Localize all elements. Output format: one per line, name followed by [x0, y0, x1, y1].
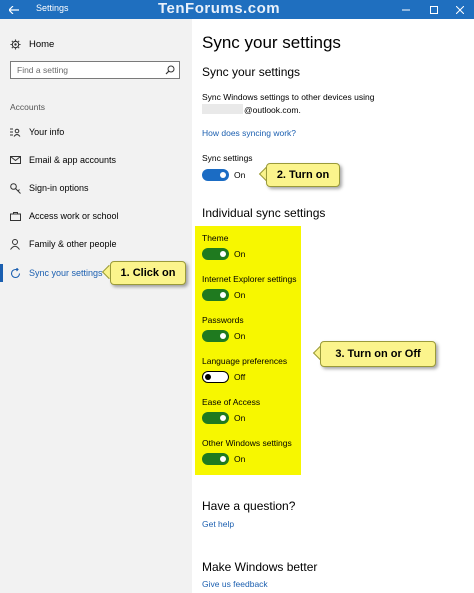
- toggle-knob: [220, 333, 226, 339]
- other-windows-state: On: [234, 454, 246, 464]
- search-placeholder: Find a setting: [17, 65, 69, 75]
- sidebar-item-label: Sign-in options: [29, 183, 89, 193]
- ease-of-access-toggle[interactable]: [202, 412, 229, 424]
- window-title: Settings: [36, 3, 69, 13]
- sidebar-item-work-school[interactable]: Access work or school: [0, 206, 192, 226]
- minimize-button[interactable]: [392, 0, 420, 19]
- gear-icon: [8, 38, 22, 50]
- email-domain: @outlook.com.: [244, 105, 301, 115]
- ease-of-access-label: Ease of Access: [202, 397, 261, 407]
- callout-turn-on-or-off: 3. Turn on or Off: [320, 341, 436, 367]
- main-content: Sync your settings Sync your settings Sy…: [192, 19, 474, 593]
- description-line-1: Sync Windows settings to other devices u…: [202, 92, 375, 102]
- key-icon: [8, 182, 22, 194]
- home-link[interactable]: Home: [8, 36, 54, 52]
- make-windows-better-title: Make Windows better: [202, 560, 318, 574]
- home-label: Home: [29, 38, 55, 50]
- theme-toggle[interactable]: [202, 248, 229, 260]
- watermark: TenForums.com: [158, 0, 281, 17]
- sync-settings-state: On: [234, 170, 246, 180]
- sidebar-item-label: Your info: [29, 127, 65, 137]
- sidebar-item-sign-in[interactable]: Sign-in options: [0, 178, 192, 198]
- toggle-knob: [220, 415, 226, 421]
- sync-settings-label: Sync settings: [202, 153, 253, 163]
- ease-of-access-state: On: [234, 413, 246, 423]
- sidebar-item-email[interactable]: Email & app accounts: [0, 150, 192, 170]
- get-help-link[interactable]: Get help: [202, 519, 234, 529]
- sidebar-item-your-info[interactable]: Your info: [0, 122, 192, 142]
- language-label: Language preferences: [202, 356, 288, 366]
- passwords-state: On: [234, 331, 246, 341]
- maximize-icon: [430, 5, 438, 14]
- callout-turn-on: 2. Turn on: [266, 163, 340, 187]
- theme-label: Theme: [202, 233, 229, 243]
- passwords-toggle[interactable]: [202, 330, 229, 342]
- question-title: Have a question?: [202, 499, 296, 513]
- sync-settings-toggle[interactable]: [202, 169, 229, 181]
- ie-settings-toggle[interactable]: [202, 289, 229, 301]
- person-card-icon: [8, 128, 22, 137]
- language-toggle[interactable]: [202, 371, 229, 383]
- sidebar-item-label: Family & other people: [29, 239, 117, 249]
- minimize-icon: [402, 9, 410, 10]
- redacted-email: [202, 104, 243, 114]
- sidebar-item-label: Email & app accounts: [29, 155, 117, 165]
- briefcase-icon: [8, 211, 22, 221]
- ie-settings-state: On: [234, 290, 246, 300]
- sidebar-item-label: Access work or school: [29, 211, 119, 221]
- how-syncing-works-link[interactable]: How does syncing work?: [202, 128, 296, 138]
- search-input[interactable]: Find a setting: [10, 61, 180, 79]
- sidebar-item-label: Sync your settings: [29, 268, 103, 278]
- feedback-link[interactable]: Give us feedback: [202, 579, 268, 589]
- person-icon: [8, 238, 22, 250]
- other-windows-toggle[interactable]: [202, 453, 229, 465]
- close-button[interactable]: [446, 0, 474, 19]
- toggle-knob: [220, 251, 226, 257]
- page-title: Sync your settings: [202, 33, 341, 52]
- individual-sync-title: Individual sync settings: [202, 206, 326, 220]
- toggle-knob: [220, 172, 226, 178]
- section-title: Sync your settings: [202, 65, 301, 79]
- close-icon: [456, 5, 464, 14]
- mail-icon: [8, 156, 22, 164]
- language-state: Off: [234, 372, 246, 382]
- theme-state: On: [234, 249, 246, 259]
- maximize-button[interactable]: [420, 0, 448, 19]
- accounts-section-label: Accounts: [10, 102, 45, 112]
- toggle-knob: [220, 292, 226, 298]
- toggle-knob: [205, 373, 211, 380]
- search-icon: [165, 65, 175, 75]
- toggle-knob: [220, 456, 226, 462]
- sidebar-item-family[interactable]: Family & other people: [0, 234, 192, 254]
- sidebar: Home Find a setting Accounts Your info E…: [0, 19, 192, 593]
- title-bar: Settings TenForums.com: [0, 0, 474, 19]
- back-button[interactable]: [0, 0, 28, 19]
- other-windows-label: Other Windows settings: [202, 438, 292, 448]
- callout-click-on: 1. Click on: [110, 261, 186, 285]
- back-arrow-icon: [9, 5, 19, 14]
- ie-settings-label: Internet Explorer settings: [202, 274, 297, 284]
- sync-icon: [8, 267, 22, 279]
- passwords-label: Passwords: [202, 315, 244, 325]
- description-line-2: @outlook.com.: [202, 104, 301, 115]
